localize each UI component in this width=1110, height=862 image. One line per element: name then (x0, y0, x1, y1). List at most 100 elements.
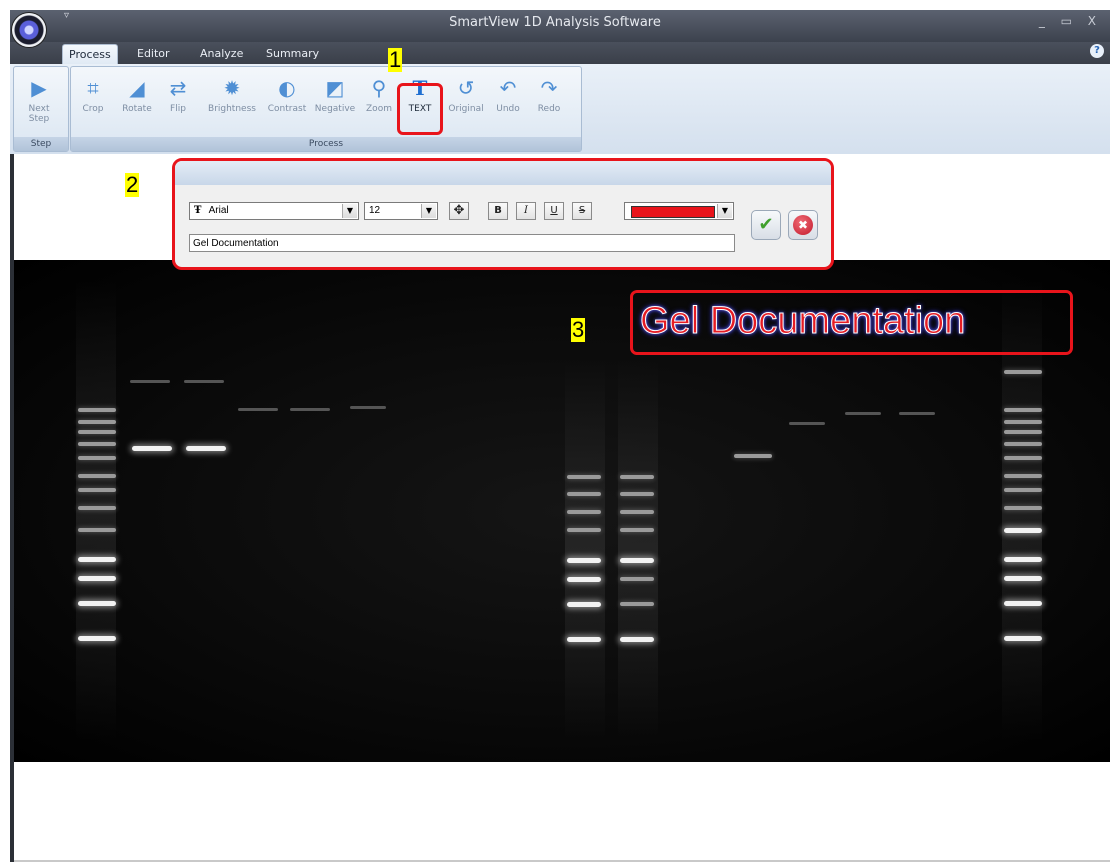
gel-band (620, 492, 654, 496)
gel-band (567, 637, 601, 642)
gel-band (620, 475, 654, 479)
gel-band (567, 510, 601, 514)
bold-button[interactable]: B (488, 202, 508, 220)
contrast-label: Contrast (267, 104, 307, 114)
gel-band (78, 557, 116, 562)
gel-band (899, 412, 935, 415)
font-family-select[interactable]: Ŧ Arial ▼ (189, 202, 359, 220)
lane-glow (618, 360, 658, 740)
gel-band (845, 412, 881, 415)
negative-label: Negative (314, 104, 356, 114)
gel-band (290, 408, 330, 411)
chevron-down-icon[interactable]: ▼ (342, 204, 357, 218)
gel-band (78, 601, 116, 606)
gel-band (1004, 576, 1042, 581)
rotate-button[interactable]: ◢ Rotate (115, 76, 159, 114)
font-size-select[interactable]: 12 ▼ (364, 202, 438, 220)
text-button-highlight (397, 83, 443, 135)
gel-band (1004, 506, 1042, 510)
gel-band (620, 602, 654, 606)
gel-band (1004, 442, 1042, 446)
next-step-icon: ▶ (31, 76, 47, 100)
annotation-marker-1: 1 (388, 47, 403, 72)
gel-band (789, 422, 825, 425)
text-content-input[interactable] (189, 234, 735, 252)
brightness-label: Brightness (208, 104, 256, 114)
lane-glow (565, 360, 605, 740)
gel-band (620, 510, 654, 514)
tab-summary[interactable]: Summary (260, 44, 325, 64)
original-label: Original (448, 104, 484, 114)
gel-band (78, 528, 116, 532)
help-icon[interactable]: ? (1090, 44, 1104, 58)
text-dialog-header (175, 161, 831, 185)
gel-band (186, 446, 226, 451)
flip-button[interactable]: ⇄ Flip (163, 76, 193, 114)
text-color-select[interactable]: ▼ (624, 202, 734, 220)
redo-button[interactable]: ↷ Redo (532, 76, 566, 114)
gel-band (620, 528, 654, 532)
gel-band (734, 454, 772, 458)
gel-band (567, 558, 601, 563)
brightness-button[interactable]: ✹ Brightness (201, 76, 263, 114)
group-label-process: Process (71, 137, 581, 151)
gel-band (1004, 601, 1042, 606)
chevron-down-icon[interactable]: ▼ (717, 204, 732, 218)
gel-band (1004, 528, 1042, 533)
gel-band (132, 446, 172, 451)
gel-band (1004, 370, 1042, 374)
flip-label: Flip (170, 104, 186, 114)
redo-label: Redo (537, 104, 561, 114)
tab-editor[interactable]: Editor (131, 44, 176, 64)
flip-icon: ⇄ (169, 76, 187, 100)
crop-button[interactable]: ⌗ Crop (76, 76, 110, 114)
contrast-button[interactable]: ◐ Contrast (263, 76, 311, 114)
undo-label: Undo (496, 104, 520, 114)
gel-band (78, 420, 116, 424)
strikethrough-button[interactable]: S (572, 202, 592, 220)
font-size-value: 12 (369, 205, 381, 216)
zoom-button[interactable]: ⚲ Zoom (362, 76, 396, 114)
next-step-label-2: Step (28, 114, 50, 124)
redo-icon: ↷ (540, 76, 558, 100)
window-controls[interactable]: _ ▭ X (1039, 14, 1102, 28)
original-button[interactable]: ↺ Original (443, 76, 489, 114)
overlay-text-highlight (630, 290, 1073, 355)
undo-button[interactable]: ↶ Undo (491, 76, 525, 114)
gel-band (78, 488, 116, 492)
move-icon[interactable]: ✥ (449, 202, 469, 220)
gel-band (238, 408, 278, 411)
gel-band (567, 602, 601, 607)
next-step-button[interactable]: ▶ Next Step (16, 76, 62, 124)
rotate-icon: ◢ (129, 76, 145, 100)
gel-band (78, 442, 116, 446)
app-logo-icon[interactable] (12, 13, 46, 47)
crop-label: Crop (82, 104, 104, 114)
gel-band (1004, 636, 1042, 641)
gel-band (78, 430, 116, 434)
chevron-down-icon[interactable]: ▼ (421, 204, 436, 218)
next-step-label-1: Next (28, 104, 50, 114)
zoom-label: Zoom (366, 104, 392, 114)
original-icon: ↺ (457, 76, 475, 100)
underline-button[interactable]: U (544, 202, 564, 220)
gel-band (184, 380, 224, 383)
tab-analyze[interactable]: Analyze (194, 44, 249, 64)
annotation-marker-3: 3 (571, 317, 586, 342)
gel-band (1004, 408, 1042, 412)
italic-button[interactable]: I (516, 202, 536, 220)
gel-band (567, 528, 601, 532)
gel-band (567, 475, 601, 479)
lane-glow (76, 280, 116, 740)
gel-band (1004, 430, 1042, 434)
ok-button[interactable]: ✔ (751, 210, 781, 240)
window-title: SmartView 1D Analysis Software (449, 15, 661, 30)
checkmark-icon: ✔ (758, 214, 774, 235)
text-dialog: Ŧ Arial ▼ 12 ▼ ✥ B I U S ▼ ✔ ✖ (172, 158, 834, 270)
negative-button[interactable]: ◩ Negative (311, 76, 359, 114)
gel-band (1004, 557, 1042, 562)
rotate-label: Rotate (122, 104, 152, 114)
cancel-button[interactable]: ✖ (788, 210, 818, 240)
close-icon: ✖ (793, 215, 813, 235)
tab-process[interactable]: Process (62, 44, 118, 65)
